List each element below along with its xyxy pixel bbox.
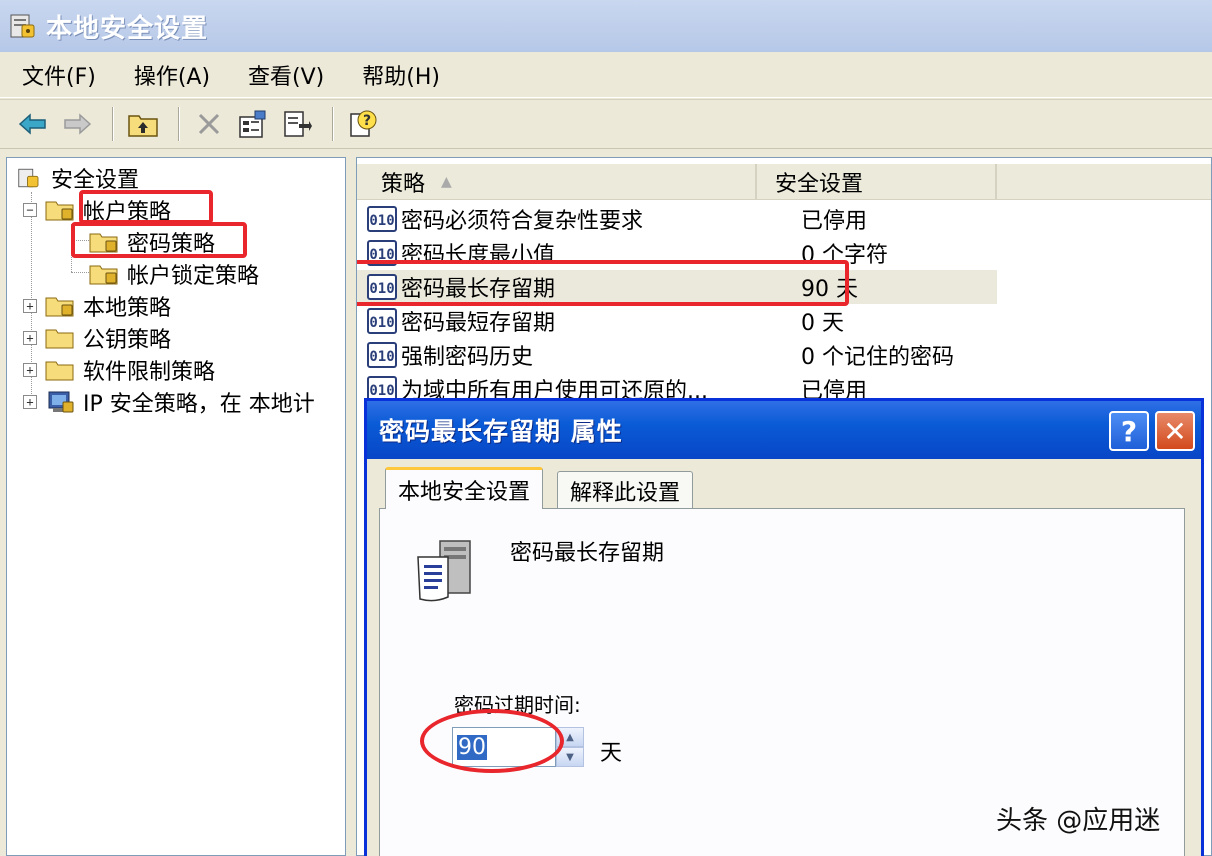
expand-icon[interactable]: +: [23, 363, 37, 377]
watermark: 头条 @应用迷: [996, 806, 1161, 836]
collapse-icon[interactable]: −: [23, 203, 37, 217]
svg-text:010: 010: [369, 213, 394, 229]
list-row[interactable]: 010 密码最短存留期 0 天: [357, 304, 997, 338]
back-button[interactable]: [14, 105, 52, 143]
policy-icon: 010: [367, 308, 397, 334]
properties-button[interactable]: [234, 105, 272, 143]
toolbar-separator: [178, 107, 180, 141]
export-list-button[interactable]: [278, 105, 316, 143]
menu-help[interactable]: 帮助(H): [362, 59, 440, 91]
security-settings-icon: [18, 168, 39, 188]
delete-button[interactable]: [190, 105, 228, 143]
highlight-selected-policy: [357, 260, 849, 306]
help-icon: ?: [350, 110, 377, 137]
policy-name-label: 密码最长存留期: [510, 541, 665, 566]
expand-icon[interactable]: +: [23, 331, 37, 345]
menu-action[interactable]: 操作(A): [134, 59, 210, 91]
toolbar: ?: [0, 99, 1212, 149]
tree-label: 帐户锁定策略: [127, 264, 260, 289]
forward-arrow-icon: [64, 113, 92, 135]
up-folder-icon: [128, 115, 158, 137]
svg-text:?: ?: [363, 113, 371, 129]
menu-bar: 文件(F) 操作(A) 查看(V) 帮助(H): [0, 52, 1212, 98]
up-level-button[interactable]: [124, 105, 162, 143]
back-arrow-icon: [18, 113, 46, 135]
pane-splitter[interactable]: [346, 157, 356, 856]
dialog-titlebar: 密码最长存留期 属性 ? ✕: [367, 401, 1201, 459]
expand-icon[interactable]: +: [23, 395, 37, 409]
column-header-policy[interactable]: 策略 ▲: [357, 164, 757, 200]
tree-item-lockout-policy[interactable]: 帐户锁定策略: [89, 258, 259, 290]
folder-icon: [45, 329, 74, 349]
menu-view[interactable]: 查看(V): [248, 59, 324, 91]
security-settings-icon: [10, 14, 35, 38]
ip-security-icon: [48, 391, 74, 413]
tree-item-public-key-policy[interactable]: + 公钥策略: [23, 322, 171, 354]
list-row[interactable]: 010 强制密码历史 0 个记住的密码: [357, 338, 997, 372]
forward-button[interactable]: [58, 105, 96, 143]
svg-text:010: 010: [369, 349, 394, 365]
tree-label: 软件限制策略: [83, 360, 216, 385]
close-icon: ✕: [1163, 414, 1187, 448]
question-icon: ?: [1120, 414, 1138, 448]
locked-folder-icon: [89, 265, 118, 285]
tree-item-software-restriction[interactable]: + 软件限制策略: [23, 354, 215, 386]
tab-local-security-setting[interactable]: 本地安全设置: [385, 467, 544, 509]
svg-text:010: 010: [369, 315, 394, 331]
server-policy-icon: [417, 540, 471, 602]
dialog-help-button[interactable]: ?: [1109, 411, 1149, 451]
highlight-account-policy: [79, 190, 213, 224]
policy-icon: 010: [367, 206, 397, 232]
export-list-icon: [284, 111, 312, 137]
help-button[interactable]: ?: [344, 105, 382, 143]
tree-label: 公钥策略: [83, 328, 172, 353]
locked-folder-icon: [45, 201, 74, 221]
expand-icon[interactable]: +: [23, 299, 37, 313]
locked-folder-icon: [45, 297, 74, 317]
properties-dialog: 密码最长存留期 属性 ? ✕ 本地安全设置 解释此设置 密码最长存留期 密码过期…: [364, 398, 1204, 856]
tree-item-ip-security[interactable]: + IP 安全策略，在 本地计: [23, 386, 315, 418]
tab-explain-setting[interactable]: 解释此设置: [557, 471, 694, 509]
menu-file[interactable]: 文件(F): [22, 59, 96, 91]
properties-icon: [239, 110, 266, 138]
tree-pane: 安全设置 − 帐户策略 密码策略 帐户锁定策略 + 本地策略 + 公钥策略 + …: [6, 157, 346, 856]
window-titlebar: 本地安全设置: [0, 0, 1212, 52]
toolbar-separator: [332, 107, 334, 141]
sort-ascending-icon: ▲: [441, 174, 452, 190]
highlight-password-policy: [71, 222, 247, 258]
folder-icon: [45, 361, 74, 381]
list-header: 策略 ▲ 安全设置: [357, 164, 1211, 200]
tree-item-local-policy[interactable]: + 本地策略: [23, 290, 171, 322]
unit-label: 天: [600, 741, 623, 766]
dialog-title: 密码最长存留期 属性: [379, 417, 623, 446]
highlight-expiry-input: [420, 709, 564, 773]
tree-label: 本地策略: [83, 296, 172, 321]
policy-icon: 010: [367, 342, 397, 368]
window-title: 本地安全设置: [46, 13, 209, 44]
tree-label: IP 安全策略，在 本地计: [83, 392, 315, 417]
column-header-security-setting[interactable]: 安全设置: [757, 164, 997, 200]
dialog-close-button[interactable]: ✕: [1155, 411, 1195, 451]
list-row[interactable]: 010 密码必须符合复杂性要求 已停用: [357, 202, 997, 236]
toolbar-separator: [112, 107, 114, 141]
delete-icon: [198, 113, 220, 135]
svg-text:010: 010: [369, 383, 394, 399]
